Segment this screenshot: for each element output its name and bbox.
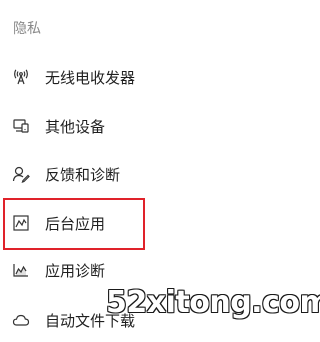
sidebar-item-other-devices[interactable]: 其他设备 bbox=[0, 106, 287, 146]
feedback-icon bbox=[12, 165, 30, 183]
section-title: 隐私 bbox=[13, 21, 41, 37]
sidebar-item-label: 其他设备 bbox=[45, 118, 106, 136]
background-apps-icon bbox=[12, 214, 30, 232]
sidebar-item-label: 无线电收发器 bbox=[45, 69, 136, 87]
sidebar-item-label: 反馈和诊断 bbox=[45, 166, 121, 184]
app-diagnostics-icon bbox=[12, 261, 30, 279]
radio-icon bbox=[12, 68, 30, 86]
sidebar-item-label: 后台应用 bbox=[45, 215, 106, 233]
sidebar-item-background-apps[interactable]: 后台应用 bbox=[0, 203, 287, 243]
watermark: 52xitong.com bbox=[106, 285, 320, 320]
sidebar-item-label: 应用诊断 bbox=[45, 262, 106, 280]
sidebar-item-app-diagnostics[interactable]: 应用诊断 bbox=[0, 250, 287, 290]
cloud-icon bbox=[12, 311, 30, 329]
sidebar-item-radios[interactable]: 无线电收发器 bbox=[0, 57, 287, 97]
sidebar-item-feedback-diagnostics[interactable]: 反馈和诊断 bbox=[0, 154, 287, 194]
devices-icon bbox=[12, 117, 30, 135]
